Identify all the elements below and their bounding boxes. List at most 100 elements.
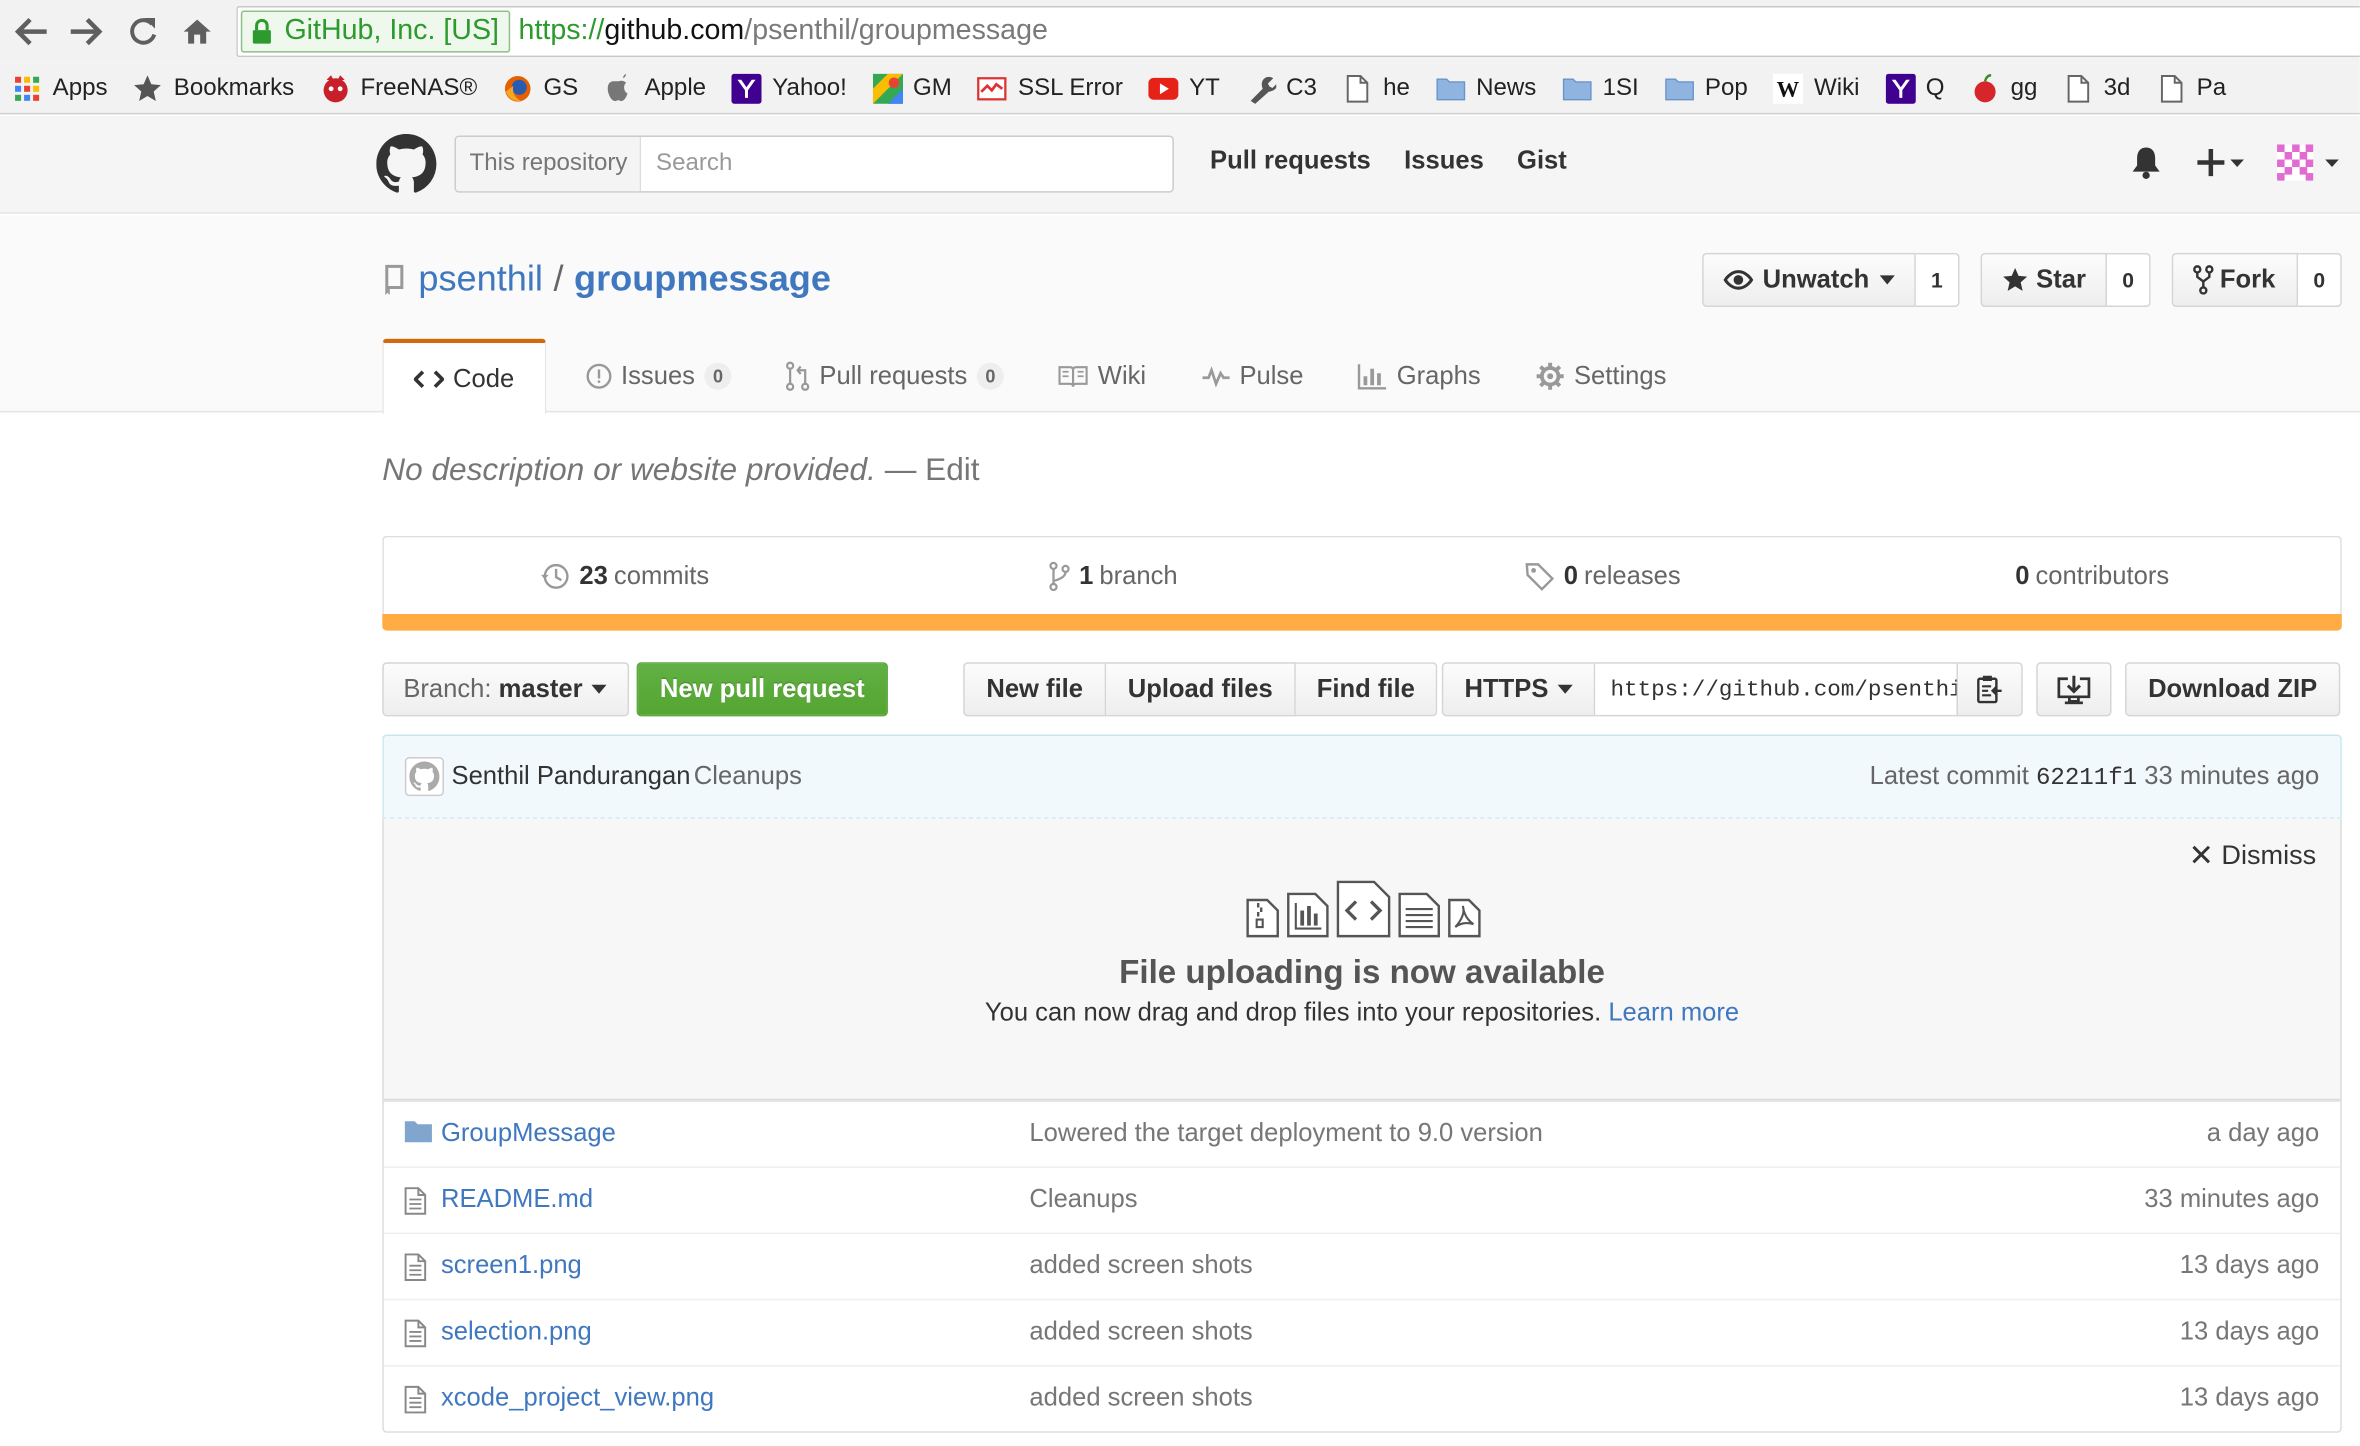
contributors-link[interactable]: 0 contributors — [2015, 561, 2169, 591]
tab-graphs-label: Graphs — [1396, 361, 1481, 390]
tab-code[interactable]: Code — [382, 338, 546, 414]
tab-wiki[interactable]: Wiki — [1032, 339, 1174, 414]
fork-button[interactable]: Fork — [2171, 252, 2299, 308]
find-file-button[interactable]: Find file — [1295, 662, 1438, 717]
file-name-link[interactable]: GroupMessage — [441, 1118, 616, 1148]
nav-issues[interactable]: Issues — [1404, 146, 1484, 176]
file-name-link[interactable]: selection.png — [441, 1317, 592, 1347]
file-commit-message[interactable]: Cleanups — [1029, 1184, 1137, 1214]
file-commit-message[interactable]: Lowered the target deployment to 9.0 ver… — [1029, 1118, 1542, 1148]
tab-issues[interactable]: Issues 0 — [558, 339, 759, 414]
page-icon — [2156, 73, 2186, 103]
file-age: a day ago — [2206, 1118, 2320, 1147]
bookmark-label: gg — [2010, 74, 2038, 101]
branch-icon — [1049, 561, 1070, 592]
notifications-bell-icon[interactable] — [2131, 146, 2161, 179]
bookmark-item[interactable]: Bookmarks — [121, 63, 308, 113]
clipboard-icon — [1977, 675, 2002, 704]
google-maps-icon — [872, 72, 903, 104]
bookmark-item[interactable]: News — [1423, 63, 1549, 113]
file-name-link[interactable]: README.md — [441, 1184, 593, 1214]
nav-pull-requests[interactable]: Pull requests — [1210, 146, 1371, 176]
releases-link[interactable]: 0 releases — [1525, 561, 1681, 591]
tab-settings[interactable]: Settings — [1508, 339, 1694, 414]
avatar[interactable] — [404, 757, 444, 797]
stargazers-count[interactable]: 0 — [2107, 252, 2151, 308]
bookmark-item[interactable]: Pa — [2144, 63, 2240, 113]
repo-name-link[interactable]: groupmessage — [574, 259, 831, 301]
file-age: 13 days ago — [2179, 1250, 2320, 1280]
reload-icon[interactable] — [123, 12, 162, 51]
commit-message[interactable]: Cleanups — [694, 762, 802, 792]
bookmark-item[interactable]: SSL Error — [965, 63, 1136, 113]
apps-grid-icon — [12, 73, 42, 103]
ssl-error-icon — [977, 73, 1008, 103]
learn-more-link[interactable]: Learn more — [1608, 998, 1739, 1027]
unwatch-button[interactable]: Unwatch — [1702, 252, 1916, 308]
bookmark-item[interactable]: W Wiki — [1761, 63, 1873, 113]
commits-link[interactable]: 23 commits — [540, 561, 709, 591]
search-input[interactable] — [641, 150, 1153, 178]
copy-to-clipboard-button[interactable] — [1956, 662, 2023, 717]
user-avatar-menu[interactable] — [2276, 143, 2342, 182]
upload-files-button[interactable]: Upload files — [1106, 662, 1296, 717]
bookmark-item[interactable]: Pop — [1652, 63, 1761, 113]
bookmark-item[interactable]: GS — [491, 63, 592, 113]
address-bar[interactable]: GitHub, Inc. [US] https://github.com/pse… — [236, 6, 2360, 58]
nav-gist[interactable]: Gist — [1517, 146, 1567, 176]
download-zip-button[interactable]: Download ZIP — [2125, 662, 2341, 717]
file-commit-message[interactable]: added screen shots — [1029, 1251, 1252, 1281]
create-new-plus-icon[interactable] — [2197, 146, 2248, 179]
bookmark-item[interactable]: gg — [1958, 63, 2051, 113]
commit-author[interactable]: Senthil Pandurangan — [452, 762, 691, 792]
watchers-count[interactable]: 1 — [1915, 252, 1960, 308]
bookmark-label: C3 — [1286, 74, 1317, 101]
dismiss-button[interactable]: ✕ Dismiss — [2189, 837, 2317, 875]
tab-pulse[interactable]: Pulse — [1173, 339, 1330, 414]
bookmark-item[interactable]: 3d — [2051, 63, 2144, 113]
bookmark-label: Pop — [1704, 74, 1748, 101]
bookmark-item[interactable]: Apple — [592, 63, 720, 113]
forward-arrow-icon[interactable] — [66, 12, 105, 51]
language-bar[interactable] — [382, 614, 2342, 631]
desktop-download-icon — [2057, 675, 2091, 705]
tab-graphs[interactable]: Graphs — [1331, 339, 1508, 414]
commit-sha-link[interactable]: 62211f1 — [2036, 765, 2137, 792]
edit-description-link[interactable]: Edit — [925, 453, 979, 488]
search-box[interactable]: This repository — [454, 135, 1174, 193]
new-pull-request-button[interactable]: New pull request — [636, 662, 888, 717]
new-file-button[interactable]: New file — [963, 662, 1107, 717]
bookmark-item[interactable]: YT — [1136, 63, 1233, 113]
file-commit-message[interactable]: added screen shots — [1029, 1383, 1252, 1413]
open-in-desktop-button[interactable] — [2036, 662, 2112, 717]
home-icon[interactable] — [178, 12, 217, 51]
star-button[interactable]: Star — [1980, 252, 2107, 308]
bookmark-item[interactable]: C3 — [1233, 63, 1330, 113]
repo-owner-link[interactable]: psenthil — [418, 259, 543, 301]
branches-link[interactable]: 1 branch — [1049, 561, 1178, 592]
close-icon: ✕ — [2188, 839, 2214, 873]
protocol-select-button[interactable]: HTTPS — [1441, 662, 1596, 717]
clone-url-input[interactable] — [1595, 662, 1957, 717]
folder-icon — [1664, 73, 1694, 103]
back-arrow-icon[interactable] — [12, 12, 51, 51]
file-name-link[interactable]: screen1.png — [441, 1251, 582, 1281]
bookmark-item[interactable]: he — [1330, 63, 1423, 113]
bookmark-item[interactable]: GM — [860, 63, 965, 113]
bookmark-label: GM — [913, 74, 952, 101]
commits-label: commits — [613, 561, 710, 590]
bookmark-item[interactable]: Yahoo! — [720, 63, 861, 113]
forks-count[interactable]: 0 — [2298, 252, 2342, 308]
github-avatar-icon — [409, 761, 440, 791]
bookmark-item[interactable]: Apps — [0, 63, 121, 113]
file-name-link[interactable]: xcode_project_view.png — [441, 1383, 714, 1413]
bookmark-item[interactable]: FreeNAS® — [308, 63, 491, 113]
ev-certificate-badge[interactable]: GitHub, Inc. [US] — [240, 10, 510, 53]
search-scope-label[interactable]: This repository — [456, 136, 642, 192]
bookmark-item[interactable]: 1SI — [1550, 63, 1652, 113]
file-commit-message[interactable]: added screen shots — [1029, 1317, 1252, 1347]
github-logo-icon[interactable] — [376, 133, 437, 194]
branch-select-button[interactable]: Branch: master — [382, 662, 630, 717]
tab-pull-requests[interactable]: Pull requests 0 — [759, 339, 1031, 414]
bookmark-item[interactable]: Q — [1873, 63, 1958, 113]
